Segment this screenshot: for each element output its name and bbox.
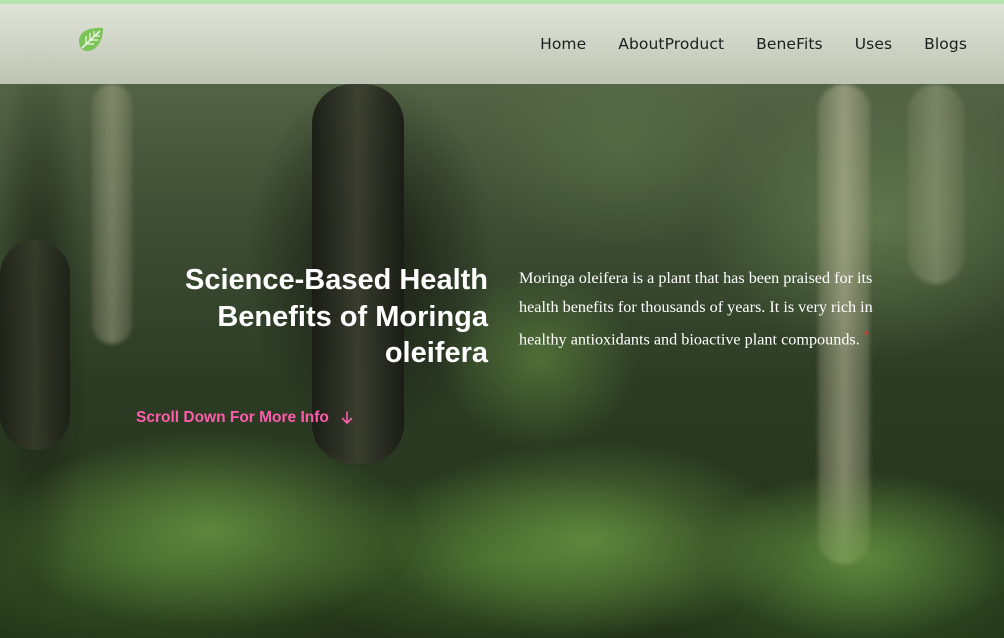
leaf-icon[interactable] [76, 24, 106, 54]
scroll-down-link[interactable]: Scroll Down For More Info [136, 409, 353, 427]
navbar: Home AboutProduct BeneFits Uses Blogs [0, 4, 1004, 84]
nav-link-benefits[interactable]: BeneFits [756, 35, 823, 53]
nav-links: Home AboutProduct BeneFits Uses Blogs [540, 4, 967, 84]
nav-link-about-product[interactable]: AboutProduct [618, 35, 724, 53]
pale-tree-trunk-left [92, 84, 132, 344]
tree-trunk-left [0, 240, 70, 450]
fern-foliage [0, 430, 420, 630]
arrow-down-icon [341, 411, 353, 425]
scroll-down-label: Scroll Down For More Info [136, 409, 329, 426]
hero-headline: Science-Based Health Benefits of Moringa… [184, 264, 488, 369]
nav-link-home[interactable]: Home [540, 35, 586, 53]
pale-tree-trunk-right [908, 84, 964, 284]
reference-mark[interactable]: * [864, 329, 870, 341]
fern-foliage [700, 470, 1004, 638]
hero-description-text: Moringa oleifera is a plant that has bee… [519, 269, 873, 349]
nav-link-uses[interactable]: Uses [855, 35, 892, 53]
hero-description: Moringa oleifera is a plant that has bee… [519, 264, 879, 354]
nav-link-blogs[interactable]: Blogs [924, 35, 967, 53]
